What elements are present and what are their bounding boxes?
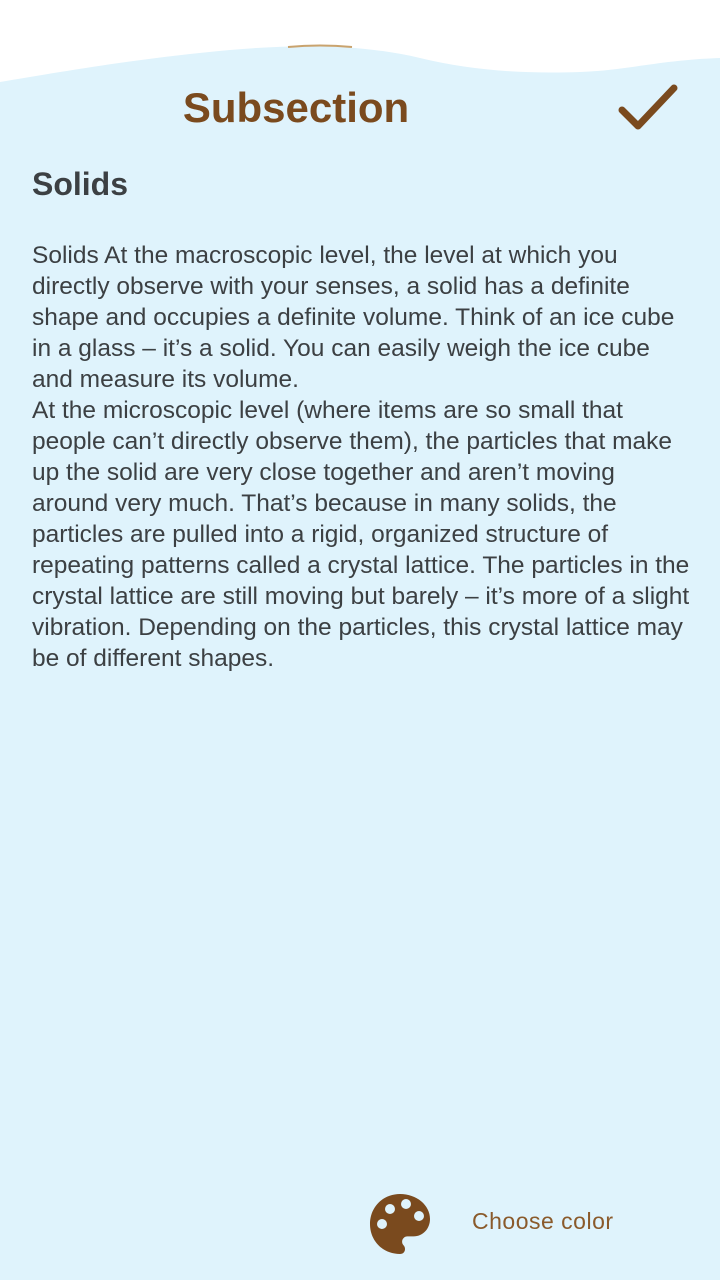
- note-content: Solids Solids At the macroscopic level, …: [32, 162, 692, 674]
- confirm-button[interactable]: [612, 78, 684, 138]
- footer-bar: Choose color: [0, 1190, 720, 1260]
- palette-icon: [370, 1194, 430, 1254]
- palette-button[interactable]: [368, 1192, 432, 1256]
- checkmark-icon: [618, 84, 678, 130]
- note-editor-screen: Subsection Solids Solids At the macrosco…: [0, 0, 720, 1280]
- header-bar: Subsection: [0, 78, 720, 138]
- page-title: Subsection: [182, 84, 410, 131]
- section-title[interactable]: Solids: [32, 162, 692, 206]
- choose-color-label[interactable]: Choose color: [472, 1208, 614, 1235]
- section-body[interactable]: Solids At the macroscopic level, the lev…: [32, 240, 692, 674]
